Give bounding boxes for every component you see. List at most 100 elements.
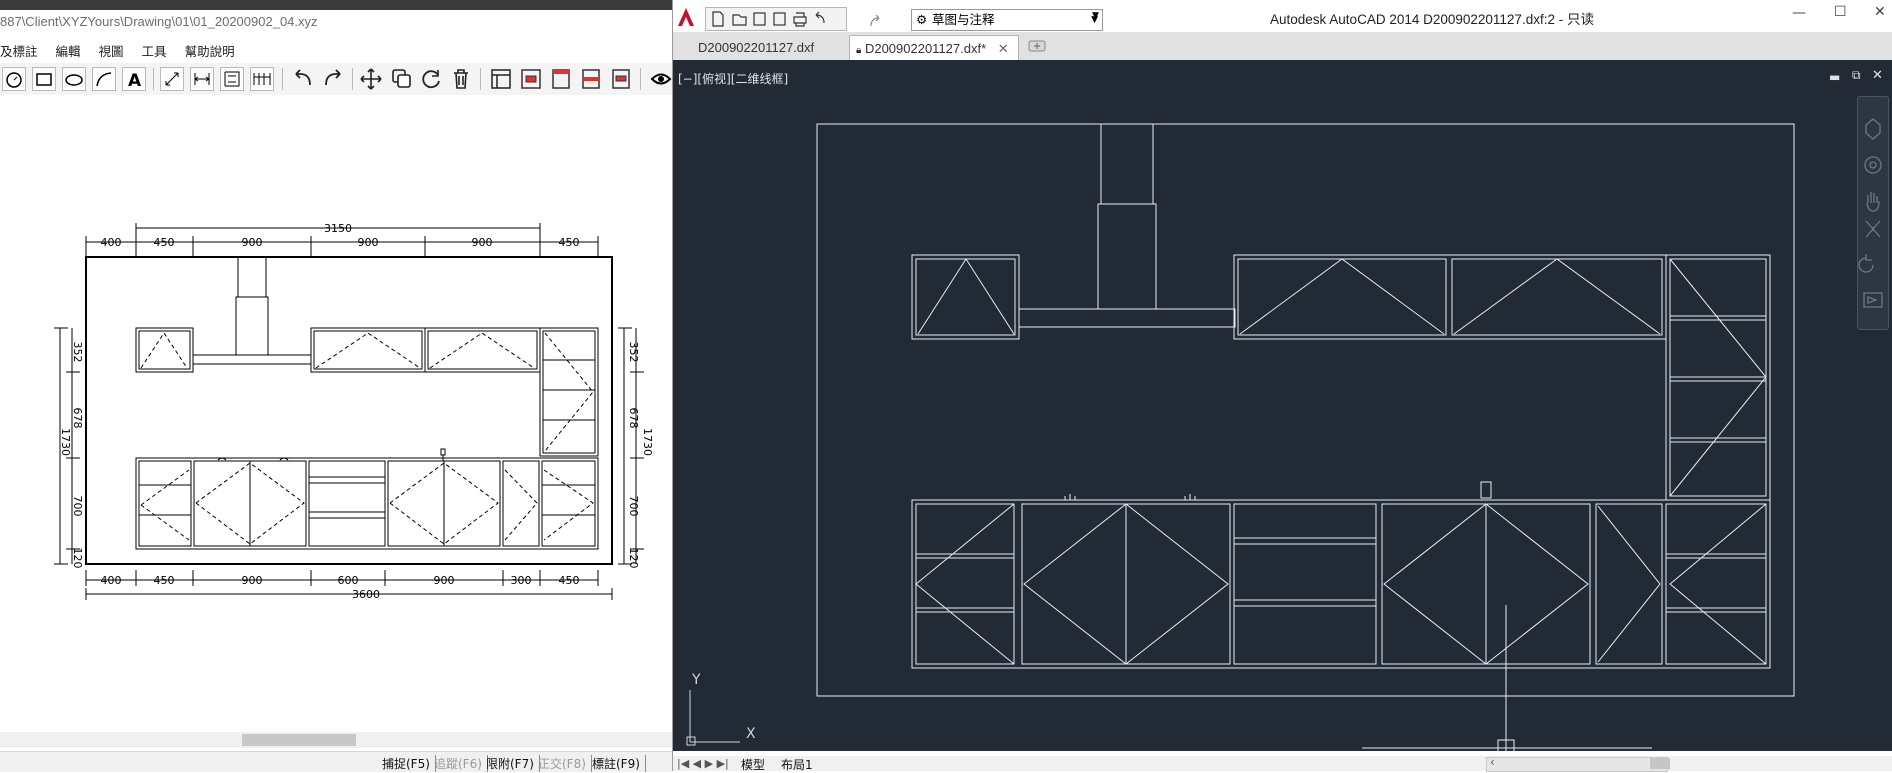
acad-scrollbar-thumb[interactable]	[1650, 758, 1670, 769]
move-icon[interactable]	[358, 67, 384, 91]
arc-tool-icon[interactable]	[92, 67, 116, 91]
rectangle-tool-icon[interactable]	[32, 67, 56, 91]
faucet-mark	[440, 448, 446, 461]
room-outline	[816, 123, 1795, 697]
menu-help[interactable]: 幫助說明	[185, 41, 245, 61]
acad-horizontal-scrollbar[interactable]: ‹	[1486, 755, 1668, 772]
redo-icon[interactable]	[868, 12, 888, 27]
eye-icon[interactable]	[648, 67, 672, 91]
orbit-icon	[1858, 254, 1874, 273]
cabinet-panel-icon[interactable]	[518, 67, 544, 91]
ellipse-tool-icon[interactable]	[62, 67, 86, 91]
left-statusbar: 捕捉(F5) 追蹤(F6) 限附(F7) 正交(F8) 標註(F9)	[0, 751, 672, 772]
viewport-restore-icon[interactable]: ⧉	[1852, 68, 1861, 83]
toolbar-expand-icon[interactable]: ▼	[1092, 11, 1104, 25]
acad-model-space[interactable]: Y X	[673, 60, 1892, 751]
dimension-toggle[interactable]: 標註(F9)	[592, 755, 646, 772]
side-dim-label: 700	[627, 496, 640, 517]
tall-cabinet-right	[539, 327, 599, 457]
menu-tools[interactable]: 工具	[142, 41, 177, 61]
hood-shelf	[192, 354, 312, 365]
viewport-label[interactable]: [−][俯视][二维线框]	[678, 70, 788, 87]
left-window-title: 887\Client\XYZYours\Drawing\01\01_202009…	[0, 14, 318, 29]
bottom-dim-label: 450	[559, 574, 580, 587]
left-toolbar: A	[0, 63, 672, 95]
side-dim-label: 700	[71, 496, 84, 517]
layout-nav-arrows-icon[interactable]: |◀ ◀ ▶ ▶|	[677, 757, 729, 770]
tab-model[interactable]: 模型	[741, 756, 765, 773]
side-dim-label: 678	[71, 408, 84, 429]
wall-cabinet-mid-2	[424, 327, 541, 373]
bottom-total-dimension	[85, 588, 613, 600]
left-scrollbar-thumb[interactable]	[242, 734, 356, 746]
top-dim-label: 900	[472, 236, 493, 249]
maximize-icon[interactable]: ☐	[1834, 4, 1847, 20]
snap-toggle[interactable]: 捕捉(F5)	[382, 755, 436, 772]
new-tab-icon[interactable]	[1026, 38, 1048, 54]
pan-icon	[1866, 192, 1880, 212]
aligned-dimension-icon[interactable]	[160, 67, 184, 91]
lock-icon: 🔒︎	[856, 45, 862, 56]
layout-grid-icon[interactable]	[488, 67, 514, 91]
acad-logo-icon[interactable]	[675, 6, 697, 28]
document-tab-label: D200902201127.dxf	[698, 40, 815, 55]
document-tab-1[interactable]: D200902201127.dxf	[698, 35, 844, 60]
redo-icon[interactable]	[320, 67, 346, 91]
undo-icon[interactable]	[290, 67, 316, 91]
document-tab-label: D200902201127.dxf*	[864, 41, 987, 56]
viewport-close-icon[interactable]: ✕	[1872, 68, 1883, 83]
save-icon	[753, 12, 766, 26]
tab-close-icon[interactable]: ✕	[998, 41, 1009, 56]
tab-layout1[interactable]: 布局1	[781, 756, 813, 773]
delete-icon[interactable]	[448, 67, 474, 91]
vertical-dimension-icon[interactable]	[220, 67, 244, 91]
rotate-icon[interactable]	[418, 67, 444, 91]
toolbar-separator	[352, 68, 353, 90]
print-icon	[793, 12, 807, 27]
text-tool-icon[interactable]: A	[122, 67, 146, 91]
menu-view[interactable]: 視圖	[99, 41, 134, 61]
layout-tabbar	[673, 756, 1892, 771]
range-hood-duct	[237, 256, 267, 298]
zoom-extents-icon	[1865, 220, 1881, 238]
open-file-icon	[732, 14, 747, 26]
steering-wheel-icon	[1864, 156, 1882, 174]
top-dim-label: 900	[242, 236, 263, 249]
top-dim-label: 450	[154, 236, 175, 249]
cabinet-bottom-icon[interactable]	[608, 67, 634, 91]
ortho-toggle[interactable]: 正交(F8)	[538, 755, 592, 772]
left-drawing-canvas[interactable]: 3150 400 450 900 900 900 450 400 450 900…	[0, 96, 672, 732]
toolbar-separator	[153, 68, 154, 90]
bottom-dim-label: 600	[338, 574, 359, 587]
bottom-dim-label: 300	[511, 574, 532, 587]
workspace-dropdown[interactable]: ⚙ 草图与注释 ▼	[911, 9, 1103, 31]
circle-tool-icon[interactable]	[2, 67, 26, 91]
viewport-minimize-icon[interactable]: ▬	[1829, 70, 1840, 84]
top-dim-label: 450	[559, 236, 580, 249]
document-tab-2-active[interactable]: 🔒︎ D200902201127.dxf* ✕	[849, 35, 1019, 60]
bottom-dim-label: 450	[154, 574, 175, 587]
toolbar-separator	[282, 68, 283, 90]
top-dim-label: 900	[358, 236, 379, 249]
continuous-dimension-icon[interactable]	[250, 67, 274, 91]
menu-edit[interactable]: 編輯	[56, 41, 91, 61]
linear-dimension-icon[interactable]	[190, 67, 214, 91]
range-hood	[235, 296, 269, 356]
copy-icon[interactable]	[388, 67, 414, 91]
top-dim-label: 400	[101, 236, 122, 249]
side-total-label: 1730	[641, 428, 654, 456]
limit-toggle[interactable]: 限附(F7)	[486, 755, 540, 772]
menu-dimension[interactable]: 及標註	[0, 41, 48, 61]
acad-title: Autodesk AutoCAD 2014 D200902201127.dxf:…	[1270, 12, 1594, 27]
viewcube-icon	[1865, 118, 1881, 140]
bottom-total-label: 3600	[352, 588, 380, 601]
svg-text:A: A	[128, 71, 142, 90]
top-total-label: 3150	[324, 222, 352, 235]
track-toggle[interactable]: 追蹤(F6)	[434, 755, 488, 772]
close-icon[interactable]: ✕	[1874, 4, 1886, 20]
cabinet-middle-icon[interactable]	[578, 67, 604, 91]
cabinet-top-icon[interactable]	[548, 67, 574, 91]
minimize-icon[interactable]: —	[1792, 5, 1806, 21]
scroll-left-icon[interactable]: ‹	[1490, 755, 1495, 769]
side-dim-label: 678	[627, 408, 640, 429]
